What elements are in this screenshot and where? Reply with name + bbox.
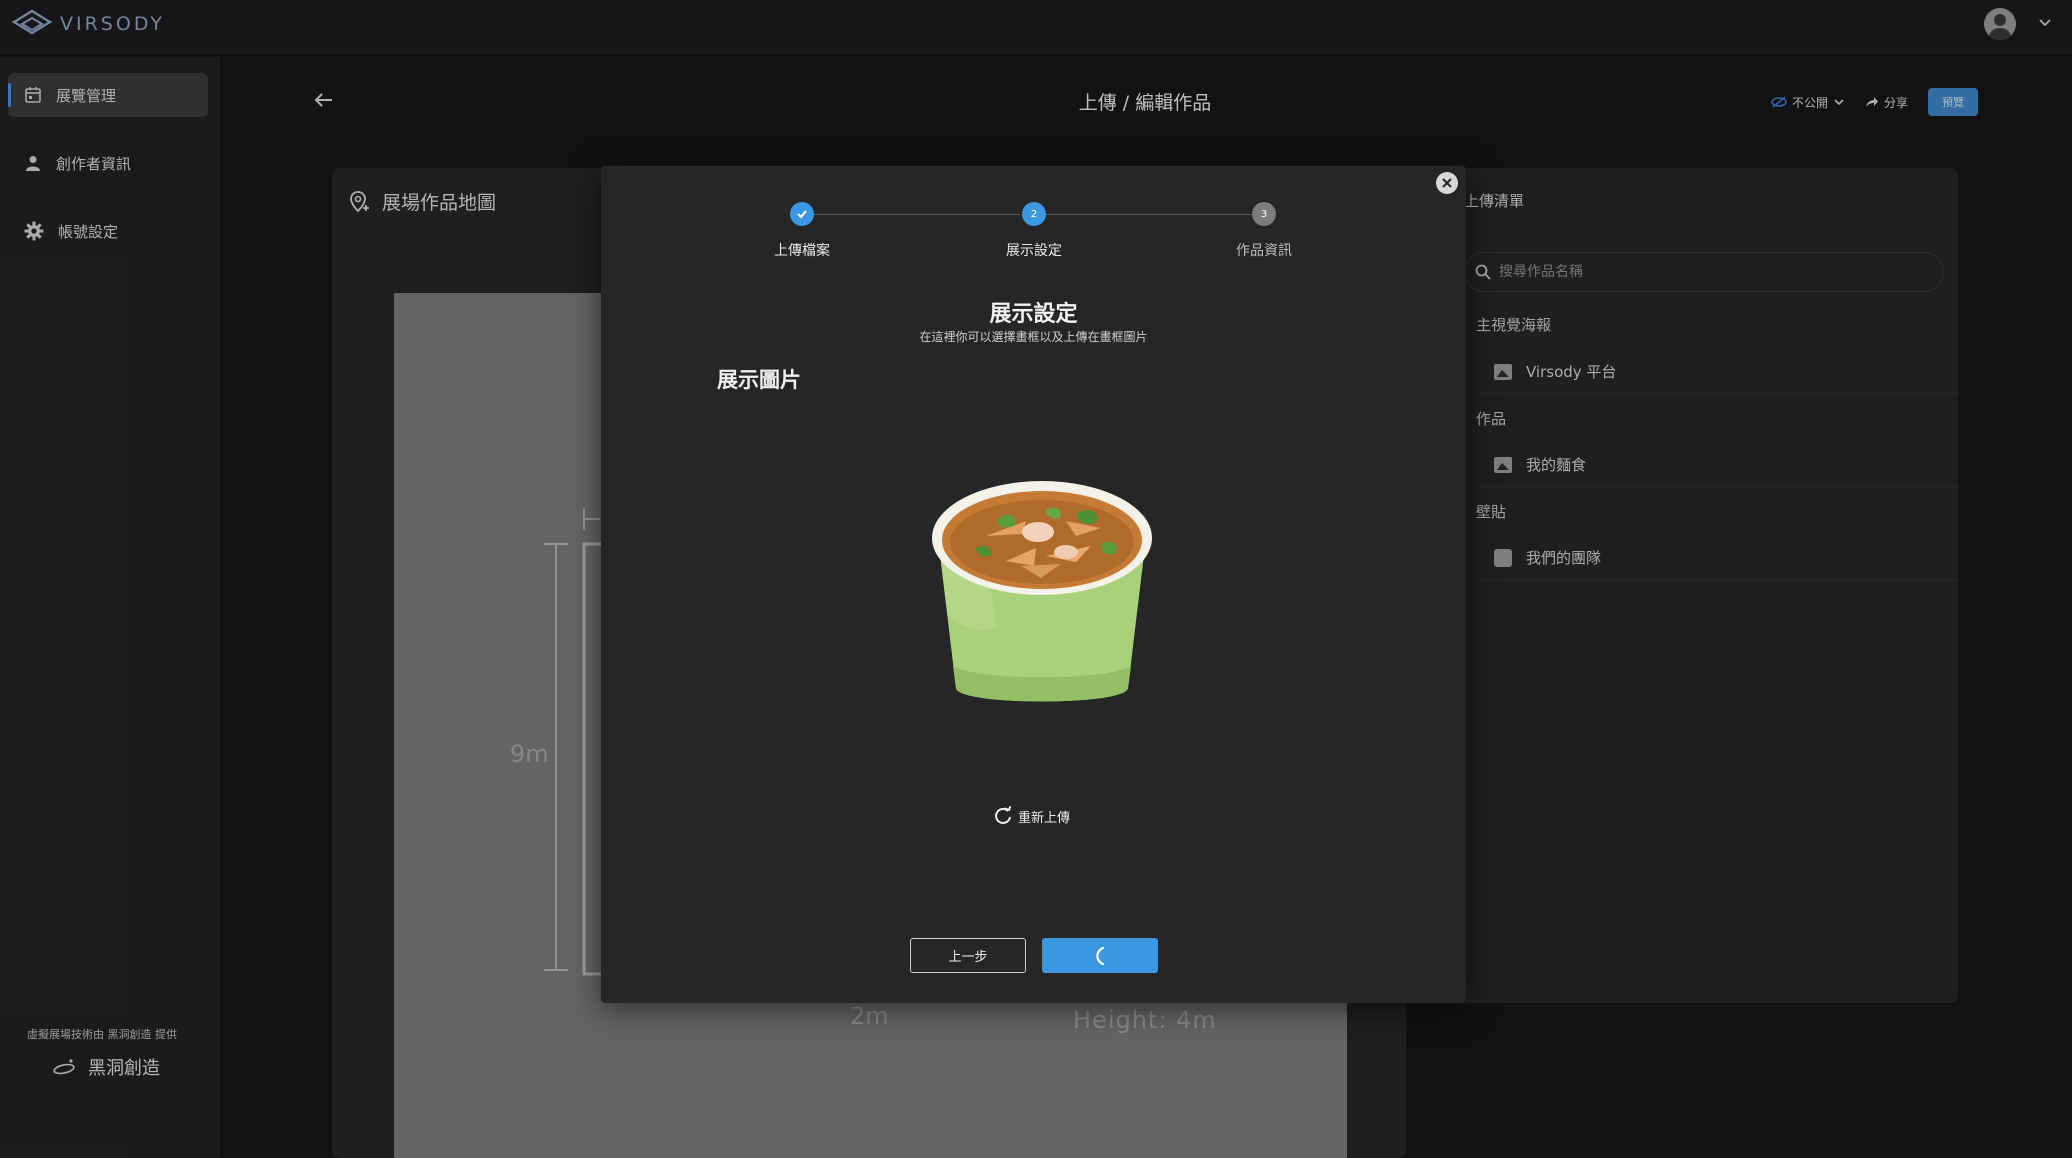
step-2-current-indicator: 2: [1022, 202, 1046, 226]
modal-heading: 展示設定: [989, 302, 1078, 327]
previous-step-button[interactable]: 上一步: [910, 938, 1026, 973]
reupload-label: 重新上傳: [1018, 810, 1071, 826]
uploaded-image-preview: [932, 481, 1152, 702]
reupload-button[interactable]: 重新上傳: [993, 806, 1070, 826]
modal-close-button[interactable]: [1436, 172, 1458, 194]
modal-subheading: 在這裡你可以選擇畫框以及上傳在畫框圖片: [919, 330, 1148, 344]
step-connector: [814, 214, 1020, 215]
section-title: 展示圖片: [717, 368, 801, 392]
step-2-label: 展示設定: [1006, 243, 1062, 259]
step-1-label: 上傳檔案: [774, 243, 830, 259]
step-3-pending-indicator: 3: [1252, 202, 1276, 226]
refresh-icon: [995, 806, 1012, 824]
step-connector: [1046, 214, 1252, 215]
next-step-button[interactable]: [1042, 938, 1158, 973]
close-icon: [1442, 178, 1452, 188]
step-3-label: 作品資訊: [1236, 243, 1292, 259]
step-1-done-indicator: [790, 202, 814, 226]
check-icon: [797, 210, 807, 219]
loading-spinner-icon: [1096, 946, 1105, 965]
